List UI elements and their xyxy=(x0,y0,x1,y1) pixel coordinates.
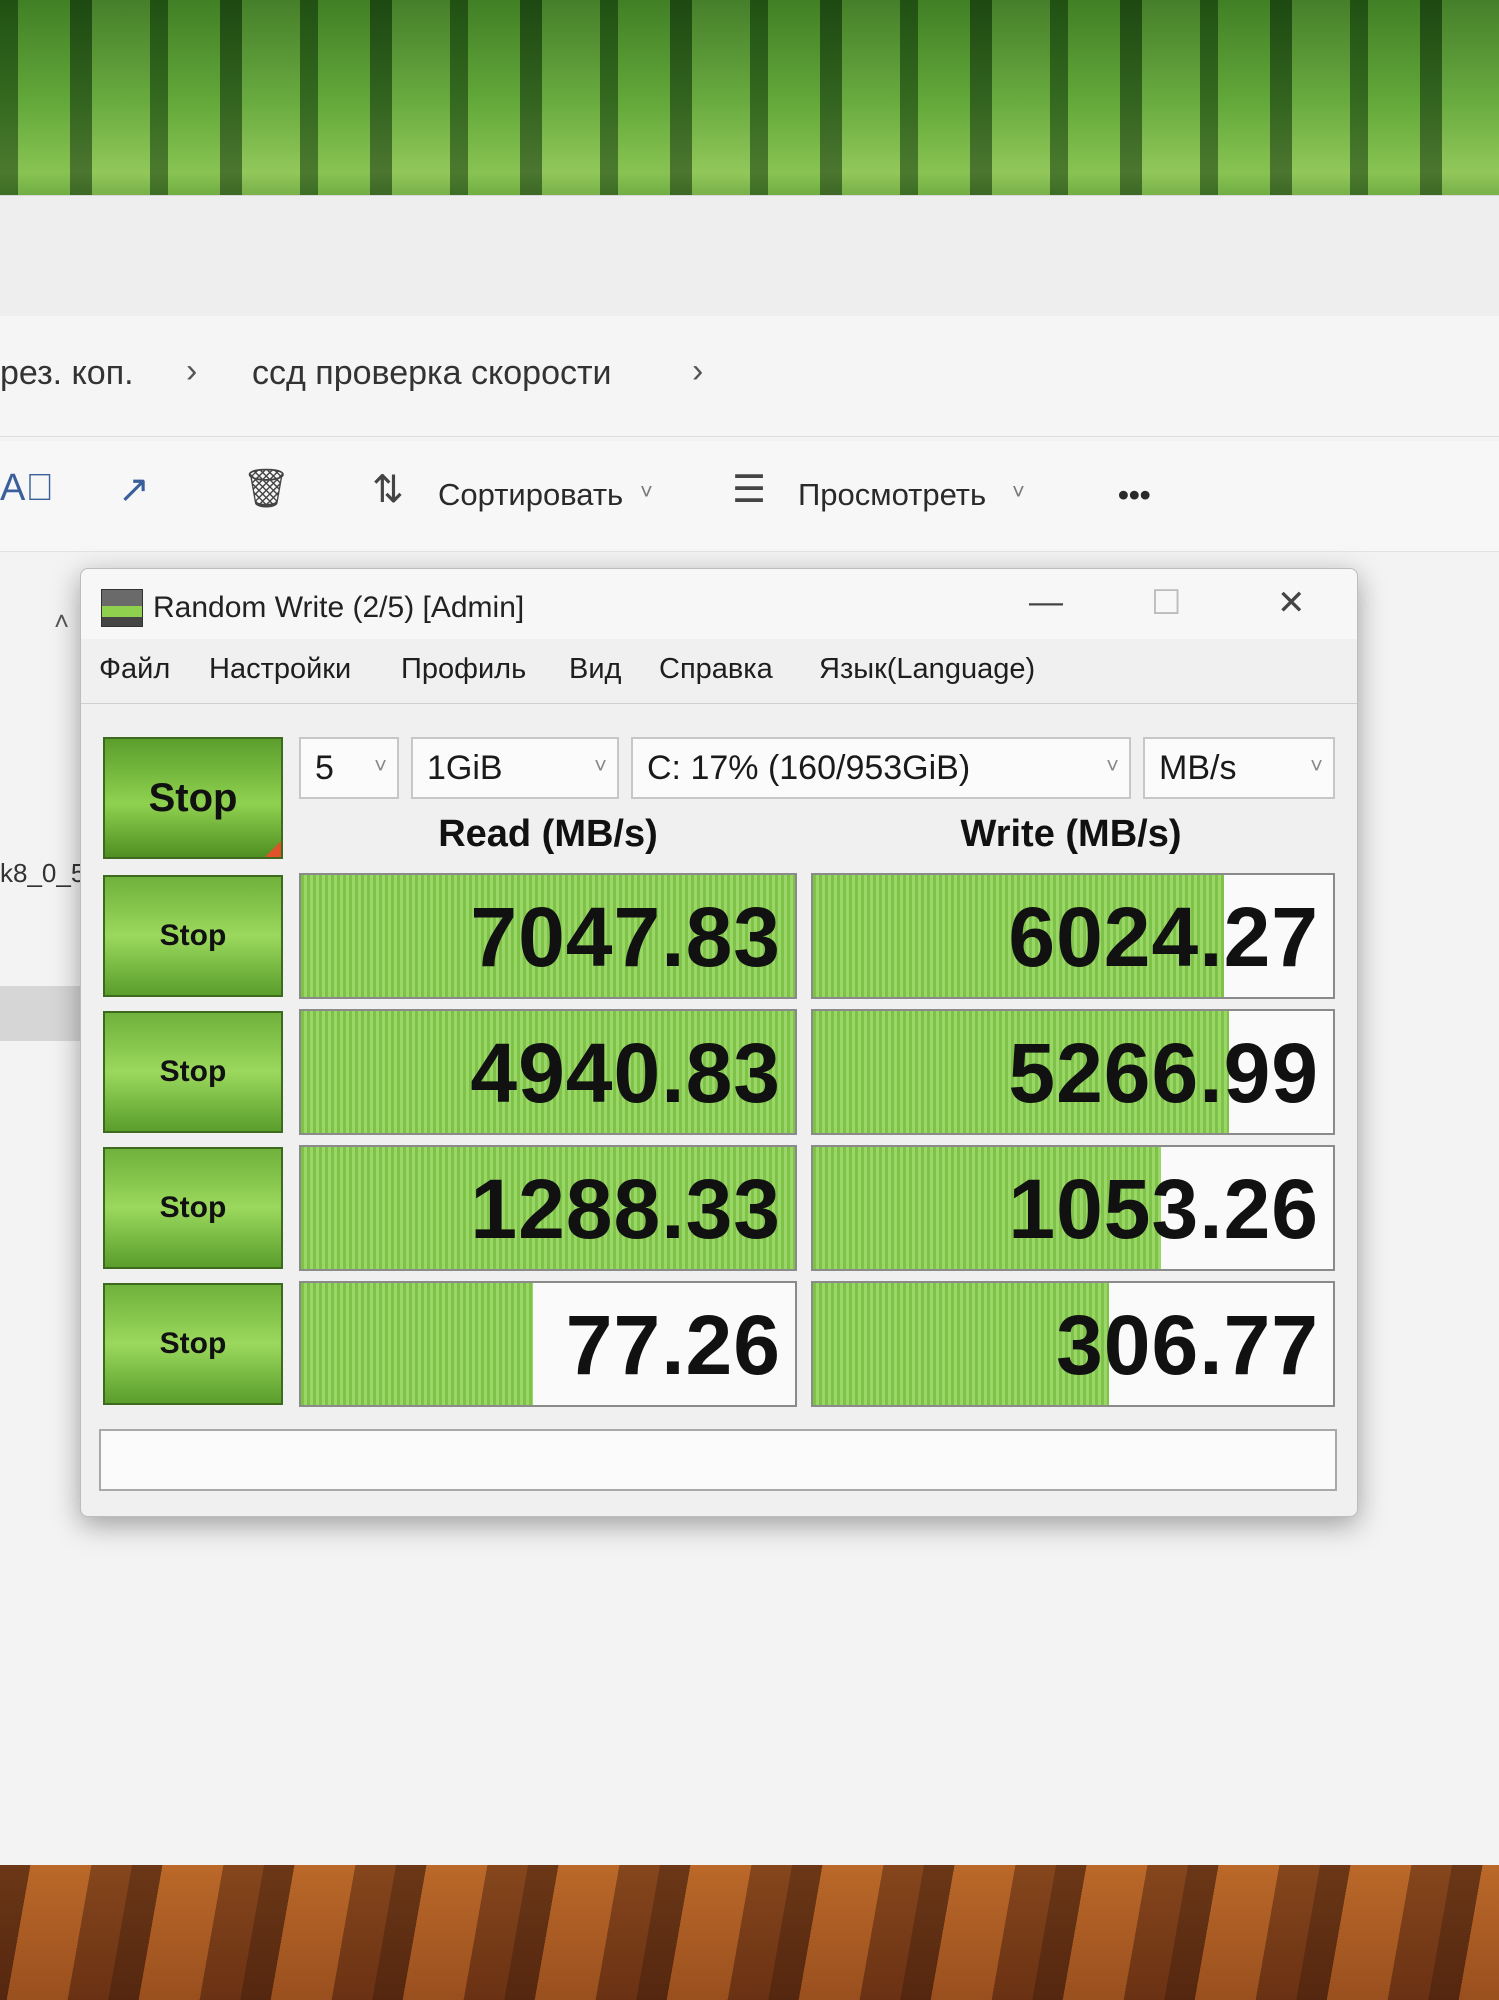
explorer-toolbar: A⃞ ↗ 🗑 ⇅ Сортировать ˅ ☰ Просмотреть ˅ •… xyxy=(0,441,1499,552)
test-3-write-value: 1053.26 xyxy=(1008,1162,1319,1256)
sort-icon[interactable]: ⇅ xyxy=(372,467,404,512)
chevron-down-icon: ˅ xyxy=(374,753,387,778)
breadcrumb-separator-icon[interactable]: › xyxy=(186,352,197,391)
test-count-select[interactable]: 5 ˅ xyxy=(299,737,399,799)
more-options-button[interactable]: ••• xyxy=(1118,477,1151,513)
test-1-write-value: 6024.27 xyxy=(1008,890,1319,984)
test-4-write-result: 306.77 xyxy=(811,1281,1335,1407)
maximize-icon[interactable]: ☐ xyxy=(1151,583,1181,623)
app-disk-icon xyxy=(101,589,143,627)
share-icon[interactable]: ↗ xyxy=(118,467,150,512)
test-4-write-value: 306.77 xyxy=(1056,1298,1319,1392)
test-4-stop-label: Stop xyxy=(159,1327,227,1360)
all-stop-button[interactable]: Stop xyxy=(103,737,283,859)
test-size-value: 1GiB xyxy=(427,749,503,787)
breadcrumb-item-ssd-test[interactable]: ссд проверка скорости xyxy=(252,354,612,393)
test-3-stop-button[interactable]: Stop xyxy=(103,1147,283,1269)
selected-row-highlight xyxy=(0,986,90,1041)
unit-select[interactable]: MB/s ˅ xyxy=(1143,737,1335,799)
test-2-read-result: 4940.83 xyxy=(299,1009,797,1135)
read-column-header: Read (MB/s) xyxy=(438,813,658,855)
drive-select[interactable]: C: 17% (160/953GiB) ˅ xyxy=(631,737,1131,799)
test-1-stop-button[interactable]: Stop xyxy=(103,875,283,997)
desktop-wallpaper-bottom xyxy=(0,1865,1499,2000)
test-2-stop-button[interactable]: Stop xyxy=(103,1011,283,1133)
test-4-read-bar xyxy=(301,1283,534,1405)
comment-field[interactable] xyxy=(99,1429,1337,1491)
test-1-read-value: 7047.83 xyxy=(470,890,781,984)
menu-help[interactable]: Справка xyxy=(659,653,773,686)
delete-icon[interactable]: 🗑 xyxy=(242,467,290,511)
test-3-write-result: 1053.26 xyxy=(811,1145,1335,1271)
test-2-stop-label: Stop xyxy=(159,1055,227,1088)
test-2-read-value: 4940.83 xyxy=(470,1026,781,1120)
file-name-fragment[interactable]: k8_0_5 xyxy=(0,858,85,889)
test-3-stop-label: Stop xyxy=(159,1191,227,1224)
chevron-down-icon: ˅ xyxy=(1310,753,1323,778)
crystaldiskmark-window: Random Write (2/5) [Admin] — ☐ ✕ Файл На… xyxy=(80,568,1358,1517)
menu-file[interactable]: Файл xyxy=(99,653,170,686)
test-4-read-result: 77.26 xyxy=(299,1281,797,1407)
test-2-write-result: 5266.99 xyxy=(811,1009,1335,1135)
view-icon[interactable]: ☰ xyxy=(732,467,766,512)
menu-view[interactable]: Вид xyxy=(569,653,621,686)
test-1-write-result: 6024.27 xyxy=(811,873,1335,999)
write-column-header: Write (MB/s) xyxy=(960,813,1182,855)
menu-settings[interactable]: Настройки xyxy=(209,653,351,686)
sort-button[interactable]: Сортировать xyxy=(438,477,623,513)
corner-marker-icon xyxy=(265,841,281,857)
rename-icon[interactable]: A⃞ xyxy=(0,467,54,510)
menu-profile[interactable]: Профиль xyxy=(401,653,526,686)
sort-chevron-icon[interactable]: ˅ xyxy=(640,479,653,505)
cdm-titlebar[interactable]: Random Write (2/5) [Admin] — ☐ ✕ xyxy=(81,569,1357,639)
breadcrumb-item-backup[interactable]: рез. коп. xyxy=(0,354,134,393)
drive-value: C: 17% (160/953GiB) xyxy=(647,749,971,787)
view-chevron-icon[interactable]: ˅ xyxy=(1012,479,1025,505)
collapse-chevron-icon[interactable]: ˄ xyxy=(54,606,69,637)
test-4-read-value: 77.26 xyxy=(565,1298,781,1392)
test-3-read-value: 1288.33 xyxy=(470,1162,781,1256)
minimize-icon[interactable]: — xyxy=(1029,583,1063,622)
window-title: Random Write (2/5) [Admin] xyxy=(153,591,525,624)
explorer-titlebar xyxy=(0,196,1499,316)
test-1-stop-label: Stop xyxy=(159,919,227,952)
unit-value: MB/s xyxy=(1159,749,1237,787)
breadcrumb-chevron-icon[interactable]: › xyxy=(692,352,703,391)
view-button[interactable]: Просмотреть xyxy=(798,477,986,513)
breadcrumb: рез. коп. › ссд проверка скорости › xyxy=(0,316,1499,437)
test-size-select[interactable]: 1GiB ˅ xyxy=(411,737,619,799)
test-1-read-result: 7047.83 xyxy=(299,873,797,999)
test-count-value: 5 xyxy=(315,749,334,787)
all-stop-label: Stop xyxy=(148,775,238,820)
close-icon[interactable]: ✕ xyxy=(1277,583,1306,623)
menu-language[interactable]: Язык(Language) xyxy=(819,653,1035,686)
test-4-stop-button[interactable]: Stop xyxy=(103,1283,283,1405)
test-3-read-result: 1288.33 xyxy=(299,1145,797,1271)
test-2-write-value: 5266.99 xyxy=(1008,1026,1319,1120)
chevron-down-icon: ˅ xyxy=(594,753,607,778)
menu-bar: Файл Настройки Профиль Вид Справка Язык(… xyxy=(81,639,1357,704)
chevron-down-icon: ˅ xyxy=(1106,753,1119,778)
